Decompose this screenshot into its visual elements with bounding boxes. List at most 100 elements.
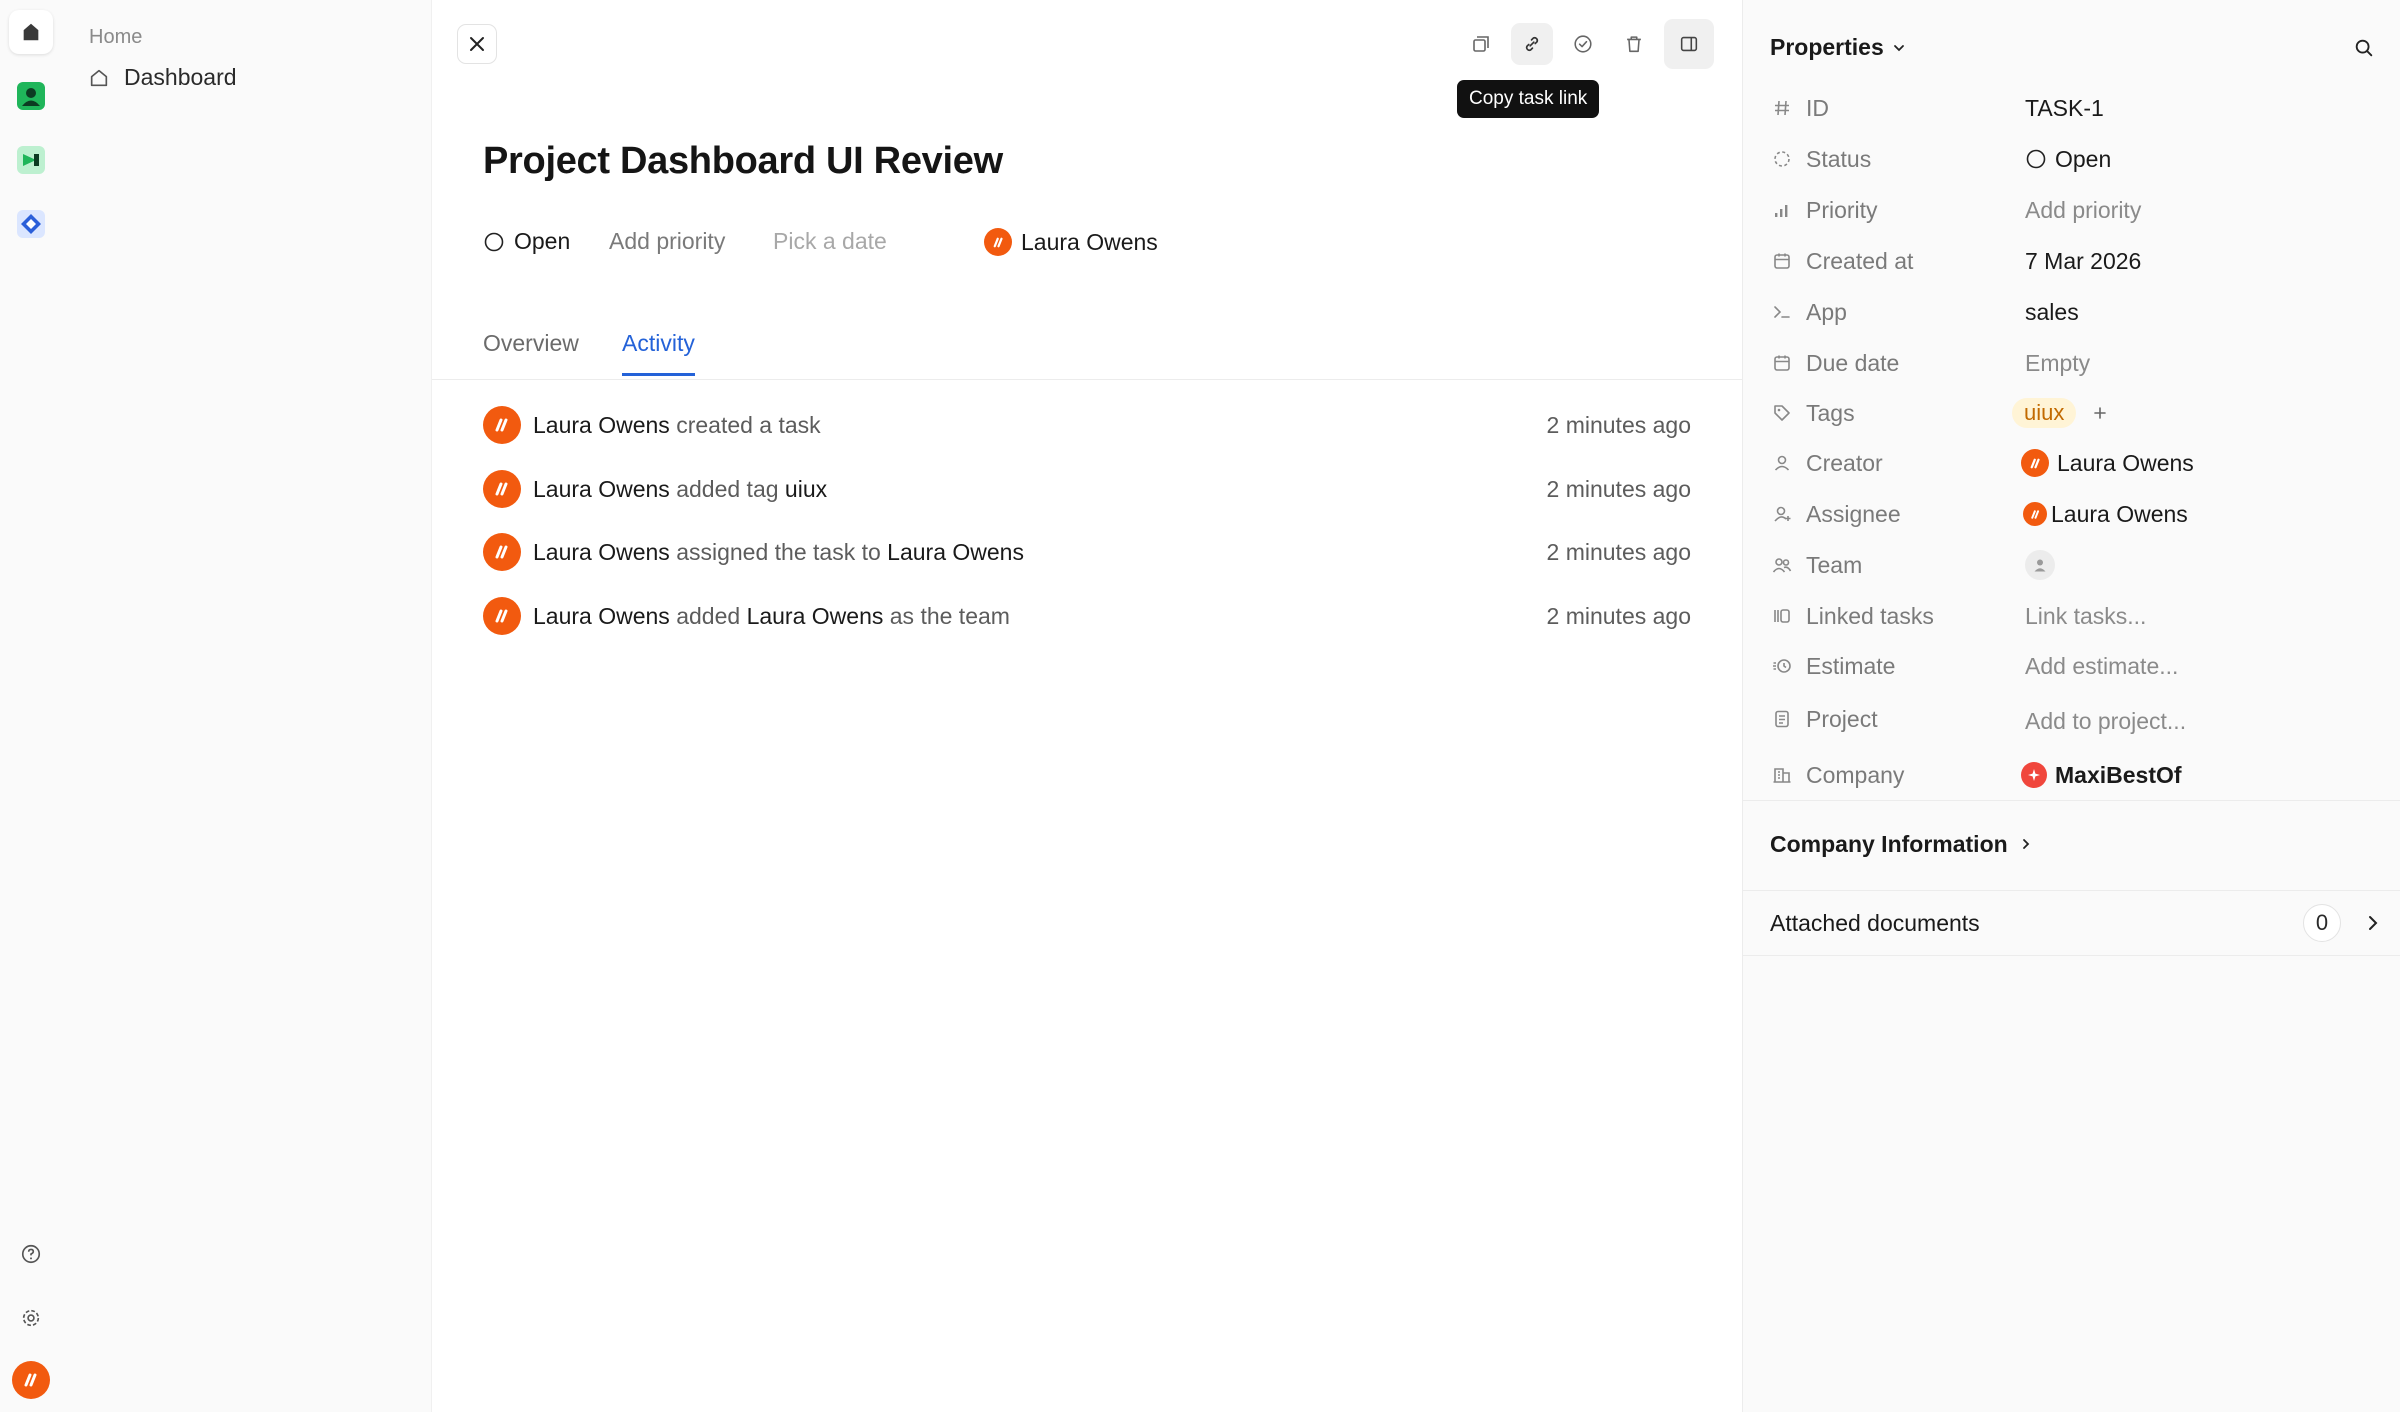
activity-object: Laura Owens [746,602,884,629]
property-linked-tasks[interactable]: Linked tasks Link tasks... [1770,596,2370,636]
property-label: Team [1806,551,1863,578]
priority-picker[interactable]: Add priority [609,228,725,255]
tag-chip[interactable]: uiux [2012,398,2077,428]
priority-placeholder: Add priority [609,228,726,254]
property-label: Linked tasks [1806,602,1934,629]
properties-panel: Properties ID TASK-1 Status Open Priorit… [1742,0,2400,1412]
avatar [483,470,521,508]
duplicate-button[interactable] [1460,23,1502,65]
avatar [483,597,521,635]
users-icon [1772,558,1792,573]
section-title: Company Information [1770,830,2008,857]
help-icon [21,1244,41,1264]
property-value: Link tasks... [2025,602,2147,629]
contacts-app-button[interactable] [9,74,53,118]
property-estimate[interactable]: Estimate Add estimate... [1770,646,2370,686]
attached-documents-row[interactable]: Attached documents 0 [1743,904,2400,942]
activity-actor: Laura Owens [533,411,670,438]
activity-action: created a task [669,411,821,438]
tab-bar: Overview Activity [432,326,1742,380]
property-value: Add estimate... [2025,652,2179,679]
divider [1743,800,2400,801]
company-logo [2021,762,2047,788]
date-picker[interactable]: Pick a date [773,228,887,255]
property-label: ID [1806,94,1829,121]
property-value: Add to project... [2025,707,2187,734]
sidebar-item-dashboard[interactable]: Dashboard [88,64,237,91]
search-icon [2355,39,2373,57]
close-button[interactable] [457,24,497,64]
activity-time: 2 minutes ago [1546,538,1691,565]
property-team[interactable]: Team [1770,545,2370,585]
properties-dropdown[interactable]: Properties [1770,34,1906,61]
company-information-toggle[interactable]: Company Information [1743,826,2400,862]
brand-logo-icon [495,609,508,623]
tab-overview[interactable]: Overview [483,330,579,373]
panel-toggle-icon [1680,36,1698,52]
priority-bars-icon [1775,205,1788,217]
property-label: Due date [1806,349,1900,376]
activity-text: Laura Owens added Laura Owens as the tea… [533,603,1010,630]
activity-time: 2 minutes ago [1546,602,1691,629]
property-project[interactable]: Project Add to project... [1770,699,2370,739]
property-label: Estimate [1806,652,1896,679]
activity-suffix: as the team [883,602,1010,629]
property-due-date[interactable]: Due date Empty [1770,343,2370,383]
property-label: Assignee [1806,500,1901,527]
property-value: Open [2055,145,2112,172]
home-icon [23,23,39,41]
property-company[interactable]: Company MaxiBestOf [1770,755,2370,795]
tooltip: Copy task link [1457,80,1600,118]
activity-text: Laura Owens added tag uiux [533,476,827,503]
status-pill[interactable]: Open [483,228,570,255]
property-priority[interactable]: Priority Add priority [1770,190,2370,230]
search-button[interactable] [2349,33,2379,63]
property-app[interactable]: App sales [1770,292,2370,332]
calendar-icon [1774,253,1790,269]
copy-link-button[interactable] [1511,23,1553,65]
property-id: ID TASK-1 [1770,88,2370,128]
property-value: Empty [2025,349,2091,376]
status-circle-icon [2026,149,2046,169]
meet-app-button[interactable] [9,138,53,182]
property-created-at: Created at 7 Mar 2026 [1770,241,2370,281]
task-title[interactable]: Project Dashboard UI Review [483,140,1003,183]
brand-logo-icon [993,237,1003,247]
property-assignee[interactable]: Assignee Laura Owens [1770,494,2370,534]
property-label: Created at [1806,247,1914,274]
workspace-app-button[interactable] [9,202,53,246]
property-status[interactable]: Status Open [1770,139,2370,179]
property-creator: Creator Laura Owens [1770,443,2370,483]
delete-button[interactable] [1613,23,1655,65]
avatar [483,406,521,444]
settings-button[interactable] [9,1296,53,1340]
toggle-panel-button[interactable] [1664,19,1714,69]
property-label: App [1806,298,1847,325]
sparkle-icon [2028,769,2040,781]
home-app-button[interactable] [9,10,53,54]
workspace-app-icon [17,210,45,238]
activity-time: 2 minutes ago [1546,475,1691,502]
assignee-picker[interactable]: Laura Owens [984,228,1158,256]
user-icon [1774,455,1790,471]
activity-action: assigned the task to [669,538,888,565]
property-value: Laura Owens [2057,449,2194,476]
avatar [2023,502,2047,526]
task-detail: Copy task link Project Dashboard UI Revi… [432,0,1742,1412]
team-avatar-placeholder [2025,550,2055,580]
activity-object: uiux [784,475,828,502]
property-label: Project [1806,705,1878,732]
add-tag-icon[interactable] [2092,405,2108,421]
property-value: sales [2025,298,2079,325]
sidebar-item-label: Dashboard [124,64,237,90]
tab-activity[interactable]: Activity [622,330,695,376]
help-button[interactable] [9,1232,53,1276]
complete-button[interactable] [1562,23,1604,65]
property-tags: Tags uiux [1770,393,2370,433]
contacts-app-icon [17,82,45,110]
activity-actor: Laura Owens [533,475,670,502]
avatar [2021,449,2049,477]
user-avatar-button[interactable] [9,1358,53,1402]
property-label: Tags [1806,399,1855,426]
estimate-clock-icon [1773,659,1791,673]
